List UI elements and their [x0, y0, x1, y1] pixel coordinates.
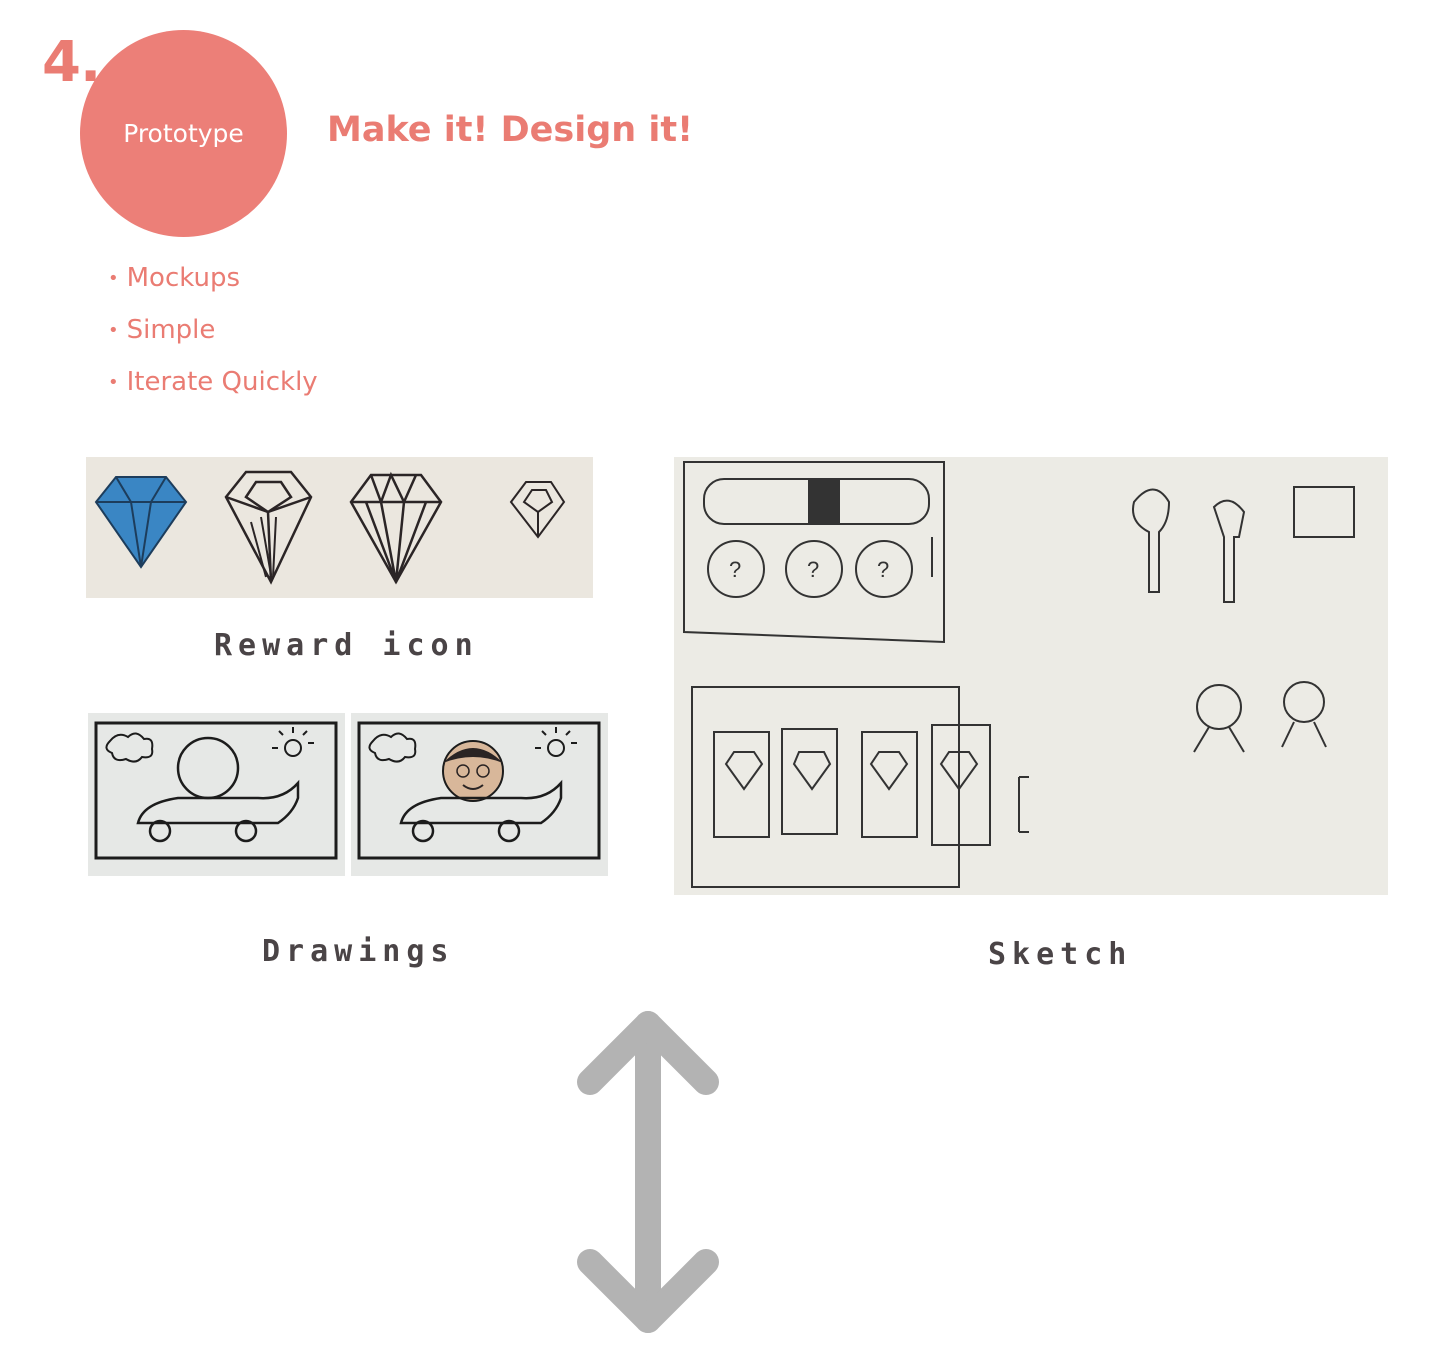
reward-icon-caption: Reward icon	[214, 628, 479, 663]
bullet-label: Iterate Quickly	[126, 367, 318, 397]
bullet-item: • Mockups	[108, 252, 318, 304]
bullet-dot: •	[108, 267, 119, 289]
reward-icon-photo	[86, 457, 593, 598]
drawings-caption: Drawings	[262, 934, 455, 969]
car-drawing	[94, 721, 338, 860]
blue-gem-drawing	[94, 476, 188, 569]
gem-sketches	[94, 470, 566, 585]
bullet-label: Simple	[126, 315, 216, 345]
double-vertical-arrow-icon	[577, 1011, 719, 1333]
svg-text:?: ?	[729, 557, 741, 582]
svg-text:?: ?	[877, 557, 889, 582]
drawing-photo-right	[351, 713, 608, 876]
bullet-item: • Iterate Quickly	[108, 356, 318, 408]
headline: Make it! Design it!	[327, 110, 694, 150]
bullet-item: • Simple	[108, 304, 318, 356]
sketch-photo: ? ? ?	[674, 457, 1388, 895]
step-label: Prototype	[123, 119, 244, 148]
wireframe-sketch: ? ? ?	[683, 461, 1355, 888]
bullet-list: • Mockups • Simple • Iterate Quickly	[108, 252, 318, 408]
dark-gem-drawing	[224, 470, 313, 585]
drawing-photo-left	[88, 713, 345, 876]
sketch-caption: Sketch	[988, 937, 1133, 972]
step-circle: Prototype	[80, 30, 287, 237]
outline-gem-drawing	[349, 471, 443, 585]
small-gem-drawing	[509, 481, 566, 539]
bullet-label: Mockups	[126, 263, 241, 293]
car-drawing-with-face	[357, 721, 601, 860]
bullet-dot: •	[108, 319, 119, 341]
bullet-dot: •	[108, 371, 119, 393]
svg-text:?: ?	[807, 557, 819, 582]
